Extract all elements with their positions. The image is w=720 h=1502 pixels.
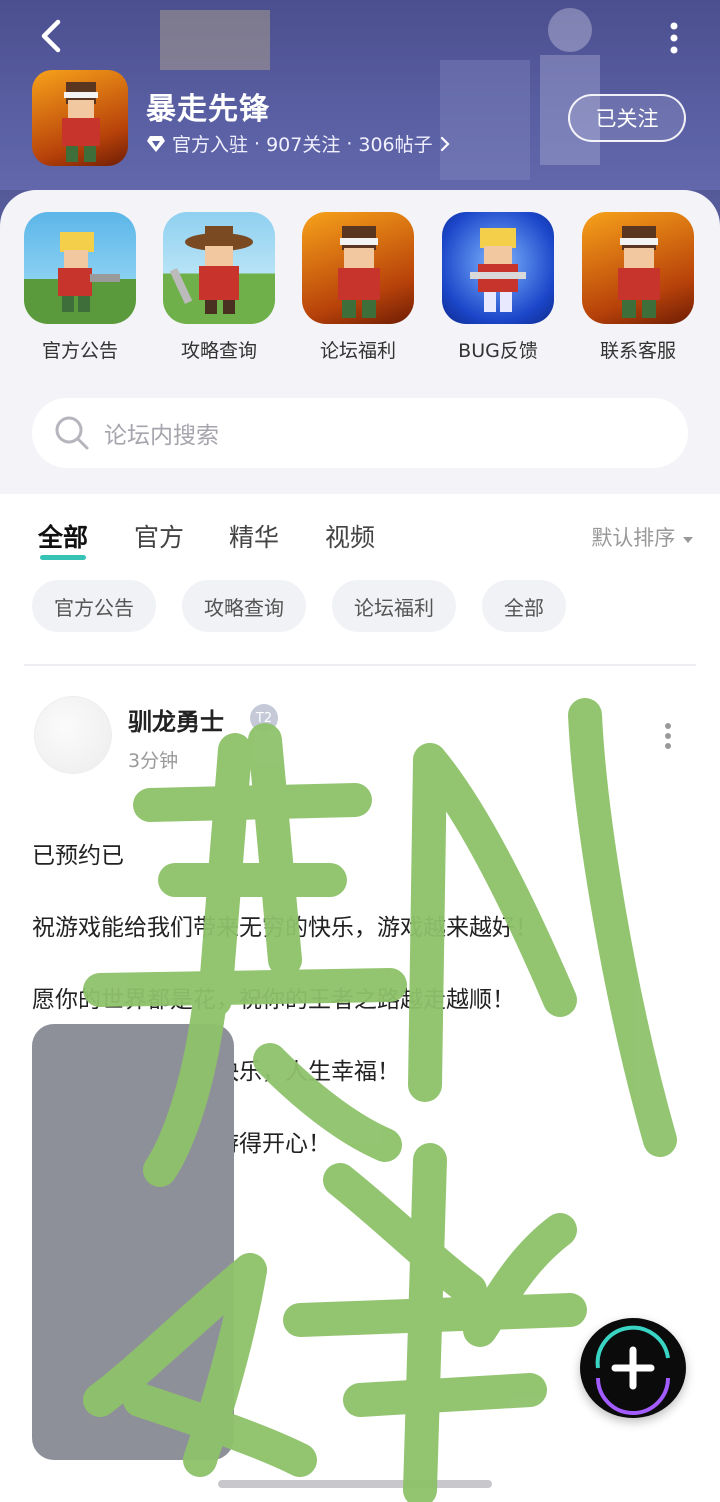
tab-featured[interactable]: 精华 (229, 518, 279, 554)
shortcut-announcement[interactable]: 官方公告 (10, 212, 150, 363)
follow-count: 907关注 (266, 134, 341, 156)
shortcut-label: 论坛福利 (319, 340, 396, 362)
post-time: 3分钟 (128, 750, 179, 772)
game-logo (32, 70, 128, 166)
shortcut-label: 官方公告 (41, 340, 118, 362)
new-post-button[interactable] (580, 1318, 686, 1418)
avatar[interactable] (34, 696, 112, 774)
caret-down-icon (683, 537, 693, 543)
gunner-character-icon (58, 232, 120, 312)
shortcut-welfare[interactable]: 论坛福利 (288, 212, 428, 363)
post-tabs: 全部 官方 精华 视频 默认排序 (0, 494, 720, 574)
diamond-icon (147, 135, 165, 152)
plus-icon (595, 1325, 670, 1415)
shortcut-customer-service[interactable]: 联系客服 (568, 212, 708, 363)
shortcut-row: 官方公告 攻略查询 论坛福利 BUG反馈 联系客服 (0, 212, 720, 372)
follow-button[interactable]: 已关注 (568, 94, 686, 142)
post-line: 已预约已 (32, 843, 124, 869)
chip-welfare[interactable]: 论坛福利 (332, 580, 456, 632)
meta-separator: · (254, 132, 261, 155)
chevron-right-icon (440, 136, 450, 151)
shortcut-thumb (24, 212, 136, 324)
game-meta[interactable]: 官方入驻 · 907关注 · 306帖子 (146, 130, 451, 157)
post-count: 306帖子 (358, 134, 433, 156)
shortcut-label: 联系客服 (599, 340, 676, 362)
shortcut-thumb (163, 212, 275, 324)
sort-label: 默认排序 (591, 526, 676, 550)
shortcut-label: 攻略查询 (180, 340, 257, 362)
home-indicator (218, 1480, 492, 1488)
divider (24, 664, 696, 666)
search-input[interactable]: 论坛内搜索 (32, 398, 688, 468)
game-title: 暴走先锋 (146, 92, 270, 127)
post-line: 祝游戏能给我们带来无穷的快乐，游戏越来越好！ (32, 915, 538, 941)
back-icon[interactable] (30, 14, 74, 58)
shortcut-bug-report[interactable]: BUG反馈 (428, 212, 568, 363)
post-author[interactable]: 驯龙勇士 (128, 702, 224, 737)
tab-official[interactable]: 官方 (134, 518, 184, 554)
more-icon[interactable] (664, 18, 684, 58)
tab-all[interactable]: 全部 (38, 518, 88, 560)
meta-separator: · (346, 132, 353, 155)
search-icon (55, 416, 89, 450)
category-chips: 官方公告 攻略查询 论坛福利 全部 (0, 580, 720, 640)
chip-all[interactable]: 全部 (482, 580, 566, 632)
post-more-icon[interactable] (660, 722, 676, 750)
official-label: 官方入驻 (172, 134, 249, 156)
chip-announcement[interactable]: 官方公告 (32, 580, 156, 632)
soldier-character-art (62, 82, 100, 162)
shortcut-guide[interactable]: 攻略查询 (149, 212, 289, 363)
post-image[interactable] (32, 1024, 234, 1460)
search-placeholder: 论坛内搜索 (104, 423, 219, 449)
chip-guide[interactable]: 攻略查询 (182, 580, 306, 632)
shortcut-thumb (582, 212, 694, 324)
post-line: 愿你的世界都是花，祝你的王者之路越走越顺！ (32, 987, 515, 1013)
soldier-character-icon (618, 226, 660, 318)
sort-dropdown[interactable]: 默认排序 (591, 522, 694, 552)
shortcut-label: BUG反馈 (458, 340, 538, 362)
cowboy-character-icon (169, 226, 253, 314)
level-badge: T2 (250, 704, 278, 732)
tab-video[interactable]: 视频 (325, 518, 375, 554)
soldier-character-icon (338, 226, 380, 318)
shortcut-thumb (442, 212, 554, 324)
forum-panel: 官方公告 攻略查询 论坛福利 BUG反馈 联系客服 论坛内搜索 (0, 190, 720, 494)
shortcut-thumb (302, 212, 414, 324)
hero-character-icon (470, 228, 526, 312)
